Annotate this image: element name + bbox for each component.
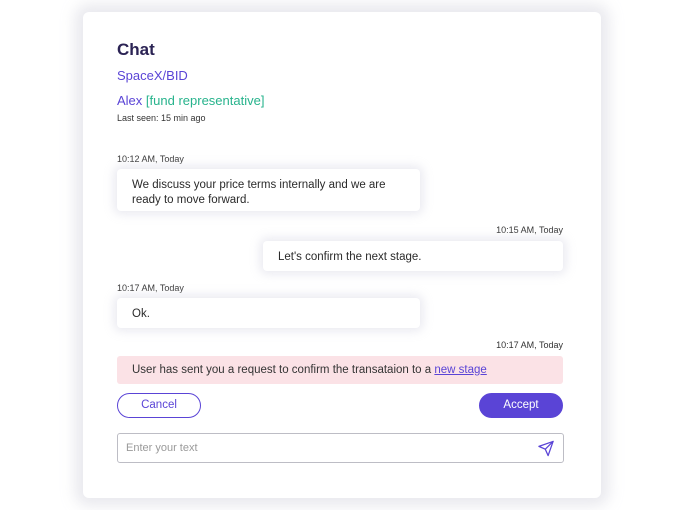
message-timestamp: 10:12 AM, Today: [117, 154, 184, 164]
contact-role: [fund representative]: [146, 93, 265, 108]
message-bubble-outgoing: Let's confirm the next stage.: [263, 241, 563, 271]
send-icon[interactable]: [537, 440, 555, 457]
deal-name: SpaceX/BID: [117, 68, 188, 83]
contact-name: Alex: [117, 93, 143, 108]
message-timestamp: 10:17 AM, Today: [496, 340, 563, 350]
message-input[interactable]: [118, 434, 536, 462]
message-bubble-incoming: We discuss your price terms internally a…: [117, 169, 420, 211]
message-composer: [117, 433, 564, 463]
role-bracket-close: ]: [260, 93, 265, 108]
confirmation-notice: User has sent you a request to confirm t…: [117, 356, 563, 384]
cancel-button[interactable]: Cancel: [117, 393, 201, 418]
page-background: Chat SpaceX/BID Alex [fund representativ…: [0, 0, 682, 510]
chat-title: Chat: [117, 40, 155, 59]
contact-info: Alex [fund representative]: [117, 93, 264, 108]
chat-panel: Chat SpaceX/BID Alex [fund representativ…: [83, 12, 601, 498]
last-seen-status: Last seen: 15 min ago: [117, 113, 206, 123]
new-stage-link[interactable]: new stage: [434, 364, 486, 376]
message-timestamp: 10:15 AM, Today: [496, 225, 563, 235]
message-bubble-incoming: Ok.: [117, 298, 420, 328]
role-text: fund representative: [149, 93, 261, 108]
accept-button[interactable]: Accept: [479, 393, 563, 418]
notice-text: User has sent you a request to confirm t…: [132, 364, 435, 376]
message-timestamp: 10:17 AM, Today: [117, 283, 184, 293]
